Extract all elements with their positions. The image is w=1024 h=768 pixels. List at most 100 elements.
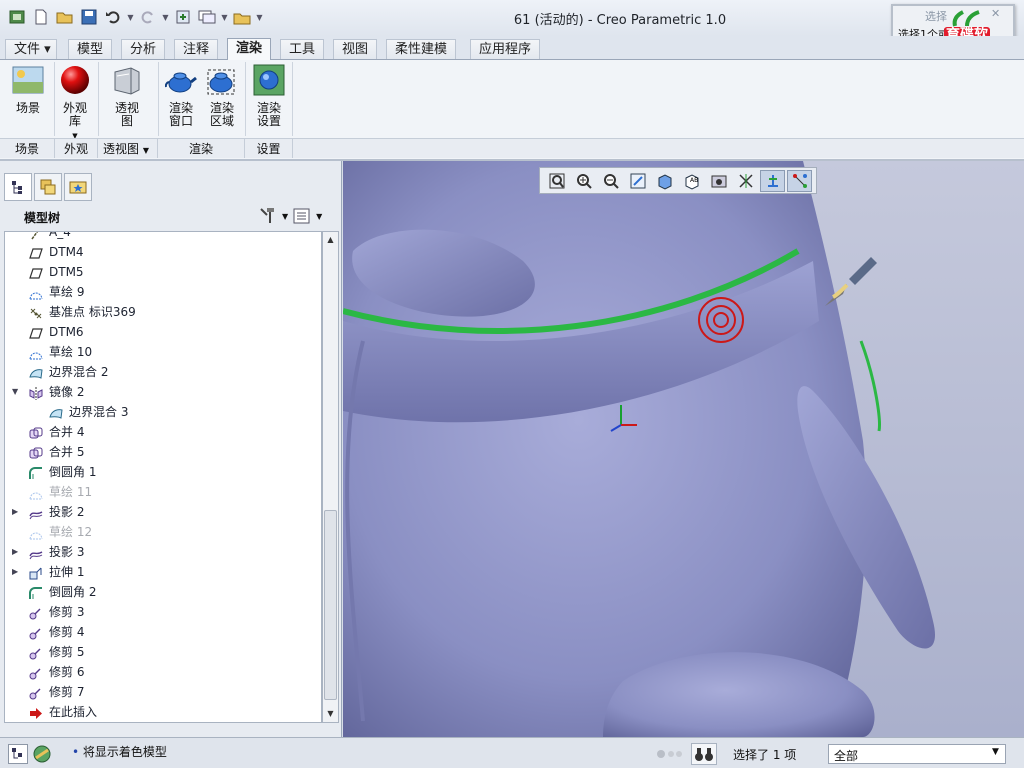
tree-item[interactable]: 修剪 7 [5, 682, 315, 702]
tree-item[interactable]: DTM6 [5, 322, 315, 342]
tree-item[interactable]: 草绘 12 [5, 522, 315, 542]
penguin-model[interactable] [343, 161, 1024, 737]
tree-item[interactable]: 倒圆角 2 [5, 582, 315, 602]
tree-item[interactable]: 草绘 11 [5, 482, 315, 502]
group-render[interactable]: 渲染 [158, 138, 245, 158]
graphics-window[interactable]: AB [343, 161, 1024, 737]
tab-file[interactable]: 文件 ▾ [5, 39, 57, 59]
datum-display-icon[interactable] [733, 170, 758, 192]
scroll-thumb[interactable] [324, 510, 337, 700]
tree-item[interactable]: ▶ 拉伸 1 [5, 562, 315, 582]
windows-icon[interactable] [196, 6, 218, 28]
show-list-icon[interactable] [292, 207, 312, 225]
display-style-icon[interactable] [652, 170, 677, 192]
tab-render[interactable]: 渲染 [227, 38, 272, 60]
render-window-button[interactable]: 渲染窗口 [161, 64, 201, 128]
group-appearance[interactable]: 外观 [55, 138, 98, 158]
tree-item[interactable]: 草绘 10 [5, 342, 315, 362]
tree-item-label: 草绘 9 [49, 285, 85, 299]
expand-arrow-icon[interactable]: ▶ [12, 542, 18, 562]
close-window-icon[interactable] [231, 6, 253, 28]
tree-item[interactable]: 基准点 标识369 [5, 302, 315, 322]
tree-item[interactable]: 合并 4 [5, 422, 315, 442]
group-setup[interactable]: 设置 [245, 138, 293, 158]
annotation-display-icon[interactable] [760, 169, 785, 192]
chevron-down-icon[interactable]: ▼ [992, 747, 999, 757]
appearance-gallery-button[interactable]: 外观库 ▼ [55, 64, 95, 143]
tab-analysis[interactable]: 分析 [121, 39, 166, 59]
render-setup-button[interactable]: 渲染设置 [249, 64, 289, 128]
tree-item[interactable]: DTM5 [5, 262, 315, 282]
scroll-up-icon[interactable]: ▲ [323, 232, 338, 248]
tree-item[interactable]: 边界混合 3 [5, 402, 315, 422]
tree-item[interactable]: 修剪 5 [5, 642, 315, 662]
app-icon[interactable] [6, 6, 28, 28]
datum-plane-icon [29, 266, 43, 279]
save-icon[interactable] [78, 6, 100, 28]
favorites-tab-icon[interactable] [64, 173, 92, 201]
group-perspective[interactable]: 透视图 ▼ [98, 138, 158, 158]
folder-browser-tab-icon[interactable] [34, 173, 62, 201]
group-perspective-label: 透视图 [103, 142, 140, 156]
group-scene[interactable]: 场景 [0, 138, 55, 158]
projection-icon [29, 506, 43, 520]
saved-orientations-icon[interactable]: AB [679, 170, 704, 192]
tree-item[interactable]: ▼ 镜像 2 [5, 382, 315, 402]
tree-item[interactable]: 草绘 9 [5, 282, 315, 302]
scroll-down-icon[interactable]: ▼ [323, 706, 338, 722]
tree-item[interactable]: A_4 [5, 232, 315, 242]
ribbon-separator [292, 62, 293, 136]
spin-center-icon[interactable] [787, 169, 812, 192]
tree-item-label: 合并 5 [49, 445, 85, 459]
redo-dropdown-icon[interactable]: ▼ [161, 6, 170, 28]
tree-item[interactable]: 修剪 4 [5, 622, 315, 642]
navigator-toggle-icon[interactable] [8, 744, 28, 764]
customize-dropdown-icon[interactable]: ▼ [255, 6, 264, 28]
show-dropdown-icon[interactable]: ▼ [316, 212, 322, 221]
tree-item[interactable]: 修剪 6 [5, 662, 315, 682]
perspective-button[interactable]: 透视图 [107, 64, 147, 128]
regenerate-icon[interactable] [172, 6, 194, 28]
tree-item[interactable]: 倒圆角 1 [5, 462, 315, 482]
model-tree-tab-icon[interactable] [4, 173, 32, 201]
round-icon [29, 586, 43, 599]
settings-dropdown-icon[interactable]: ▼ [282, 212, 288, 221]
zoom-out-icon[interactable] [598, 170, 623, 192]
tree-item[interactable]: DTM4 [5, 242, 315, 262]
windows-dropdown-icon[interactable]: ▼ [220, 6, 229, 28]
close-icon[interactable]: ✕ [991, 7, 1000, 20]
tab-model[interactable]: 模型 [68, 39, 113, 59]
tab-annotate[interactable]: 注释 [174, 39, 219, 59]
repaint-icon[interactable] [625, 170, 650, 192]
tree-item[interactable]: 边界混合 2 [5, 362, 315, 382]
undo-dropdown-icon[interactable]: ▼ [126, 6, 135, 28]
redo-icon[interactable] [137, 6, 159, 28]
datum-plane-icon [29, 326, 43, 339]
tab-applications[interactable]: 应用程序 [470, 39, 541, 59]
new-file-icon[interactable] [30, 6, 52, 28]
open-folder-icon[interactable] [54, 6, 76, 28]
undo-icon[interactable] [102, 6, 124, 28]
browser-toggle-icon[interactable] [32, 744, 52, 764]
tree-item[interactable]: 修剪 3 [5, 602, 315, 622]
tree-item[interactable]: ▶ 投影 3 [5, 542, 315, 562]
tree-item[interactable]: 在此插入 [5, 702, 315, 722]
refit-icon[interactable] [544, 170, 569, 192]
tab-tools[interactable]: 工具 [280, 39, 325, 59]
settings-tools-icon[interactable] [258, 207, 278, 225]
selection-filter-select[interactable]: 全部 ▼ [828, 744, 1006, 764]
expand-arrow-icon[interactable]: ▶ [12, 502, 18, 522]
tree-item[interactable]: ▶ 投影 2 [5, 502, 315, 522]
view-manager-icon[interactable] [706, 170, 731, 192]
tree-scrollbar[interactable]: ▲ ▼ [322, 231, 339, 723]
zoom-in-icon[interactable] [571, 170, 596, 192]
find-binoculars-icon[interactable] [691, 743, 717, 765]
expand-arrow-icon[interactable]: ▶ [12, 562, 18, 582]
scene-button[interactable]: 场景 [8, 64, 48, 115]
boundary-blend-icon [29, 366, 43, 379]
tab-view[interactable]: 视图 [333, 39, 378, 59]
collapse-arrow-icon[interactable]: ▼ [12, 382, 18, 402]
tree-item[interactable]: 合并 5 [5, 442, 315, 462]
render-region-button[interactable]: 渲染区域 [202, 64, 242, 128]
tab-flexible-modeling[interactable]: 柔性建模 [386, 39, 457, 59]
